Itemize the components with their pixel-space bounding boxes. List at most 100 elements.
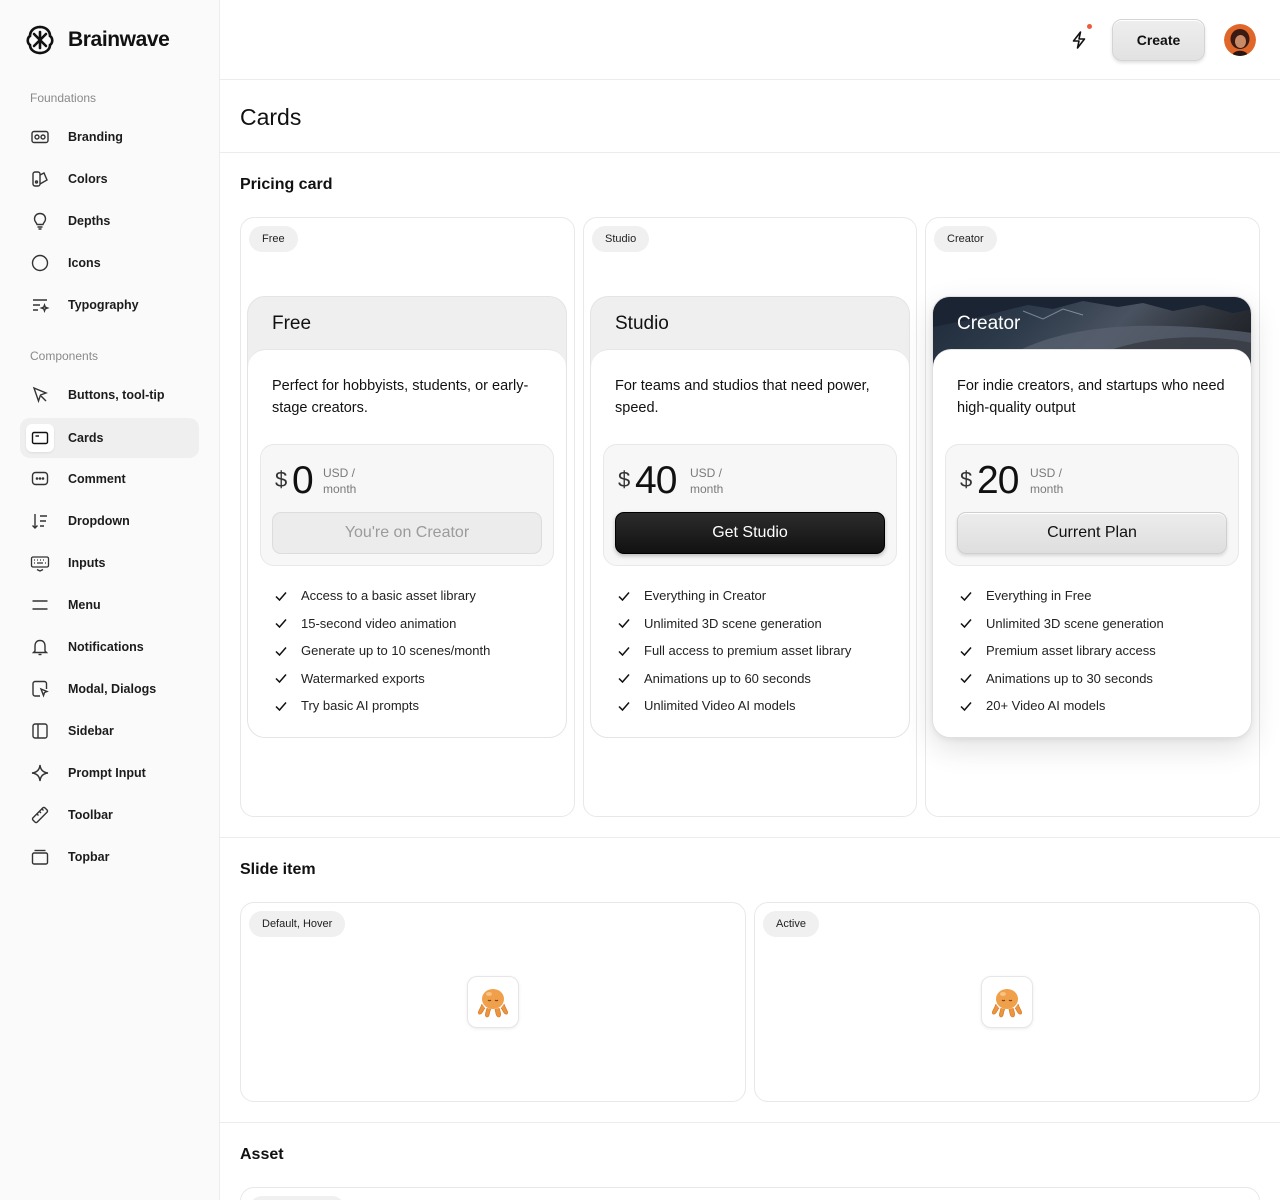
- state-tag: [249, 1196, 345, 1200]
- sidebar-item-menu[interactable]: Menu: [20, 585, 199, 625]
- bolt-icon: [1072, 31, 1086, 49]
- sidebar-item-sidebar[interactable]: Sidebar: [20, 711, 199, 751]
- sort-icon: [30, 511, 50, 531]
- plan-name: Studio: [615, 313, 669, 334]
- current-plan-button[interactable]: Current Plan: [957, 512, 1227, 554]
- pricing-card-creator: Creator For indie creators, and startups…: [932, 296, 1252, 738]
- avatar[interactable]: [1224, 24, 1256, 56]
- octopus-icon: [477, 989, 509, 1018]
- sidebar-item-cards[interactable]: Cards: [20, 418, 199, 458]
- sidebar-item-label: Prompt Input: [68, 766, 146, 780]
- state-tag: Default, Hover: [249, 911, 346, 937]
- feature-text: Everything in Free: [986, 588, 1092, 604]
- bell-icon: [30, 637, 50, 657]
- create-button[interactable]: Create: [1112, 19, 1205, 61]
- plan-button-disabled[interactable]: You're on Creator: [272, 512, 542, 554]
- sparkle-icon: [30, 763, 50, 783]
- octopus-icon: [991, 989, 1023, 1018]
- check-icon: [615, 615, 632, 632]
- price-unit-currency: USD /: [323, 466, 356, 480]
- palette-icon: [30, 169, 50, 189]
- feature-item: Unlimited 3D scene generation: [957, 610, 1164, 638]
- sidebar-item-inputs[interactable]: Inputs: [20, 543, 199, 583]
- sidebar-item-toolbar[interactable]: Toolbar: [20, 795, 199, 835]
- sidebar-item-buttons[interactable]: Buttons, tool-tip: [20, 375, 199, 415]
- plan-name: Creator: [957, 313, 1021, 334]
- demo-box-creator: Creator Creator For indie creators, and …: [925, 217, 1260, 817]
- sidebar-item-prompt-input[interactable]: Prompt Input: [20, 753, 199, 793]
- card-icon: [26, 424, 54, 452]
- feature-item: Everything in Free: [957, 582, 1164, 610]
- state-tag: Free: [249, 226, 298, 252]
- price-amount: 40: [635, 459, 677, 502]
- check-icon: [957, 670, 974, 687]
- sidebar-item-label: Colors: [68, 172, 108, 186]
- sidebar-item-label: Buttons, tool-tip: [68, 388, 165, 402]
- comment-icon: [30, 469, 50, 489]
- sidebar-item-label: Branding: [68, 130, 123, 144]
- sidebar-item-label: Toolbar: [68, 808, 113, 822]
- sidebar-item-label: Cards: [68, 431, 104, 445]
- price-currency: $: [275, 467, 288, 492]
- sidebar-item-label: Menu: [68, 598, 101, 612]
- branding-icon: [30, 127, 50, 147]
- feature-text: Generate up to 10 scenes/month: [301, 643, 491, 659]
- sidebar-item-modal[interactable]: Modal, Dialogs: [20, 669, 199, 709]
- feature-text: Animations up to 60 seconds: [644, 670, 811, 686]
- plan-description: Perfect for hobbyists, students, or earl…: [272, 378, 529, 416]
- feature-text: Everything in Creator: [644, 588, 767, 604]
- feature-item: Try basic AI prompts: [272, 692, 490, 720]
- sidebar-item-dropdown[interactable]: Dropdown: [20, 501, 199, 541]
- check-icon: [615, 697, 632, 714]
- ruler-icon: [30, 805, 50, 825]
- sidebar-item-notifications[interactable]: Notifications: [20, 627, 199, 667]
- feature-list: Access to a basic asset library 15-secon…: [272, 582, 490, 720]
- check-icon: [272, 587, 289, 604]
- demo-box-slide-default: Default, Hover: [240, 902, 746, 1102]
- pricing-card-free: Free Perfect for hobbyists, students, or…: [247, 296, 567, 738]
- price-unit: USD / month: [323, 465, 356, 497]
- bolt-button[interactable]: [1065, 26, 1093, 54]
- lightbulb-icon: [30, 211, 50, 231]
- modal-icon: [30, 679, 50, 699]
- slide-item-thumbnail[interactable]: [467, 976, 519, 1028]
- feature-list: Everything in Free Unlimited 3D scene ge…: [957, 582, 1164, 720]
- state-tag: Studio: [592, 226, 650, 252]
- card-header: Creator: [933, 297, 1251, 357]
- topbar: Create: [220, 0, 1280, 80]
- price-unit-period: month: [690, 482, 724, 496]
- sidebar-item-colors[interactable]: Colors: [20, 159, 199, 199]
- sidebar-item-comment[interactable]: Comment: [20, 459, 199, 499]
- sidebar-item-label: Typography: [68, 298, 139, 312]
- feature-text: Unlimited 3D scene generation: [644, 615, 822, 631]
- sidebar-item-label: Comment: [68, 472, 126, 486]
- feature-text: Watermarked exports: [301, 670, 425, 686]
- check-icon: [615, 670, 632, 687]
- demo-box-asset: [240, 1187, 1260, 1200]
- sidebar-item-label: Modal, Dialogs: [68, 682, 157, 696]
- sidebar-item-typography[interactable]: Typography: [20, 285, 199, 325]
- check-icon: [272, 697, 289, 714]
- feature-text: Animations up to 30 seconds: [986, 670, 1153, 686]
- sidebar-item-topbar[interactable]: Topbar: [20, 837, 199, 877]
- price-unit-period: month: [323, 482, 357, 496]
- sidebar-item-icons[interactable]: Icons: [20, 243, 199, 283]
- feature-list: Everything in Creator Unlimited 3D scene…: [615, 582, 851, 720]
- get-studio-button[interactable]: Get Studio: [615, 512, 885, 554]
- check-icon: [957, 697, 974, 714]
- feature-text: Try basic AI prompts: [301, 698, 419, 714]
- sidebar-item-label: Depths: [68, 214, 111, 228]
- price-unit: USD / month: [690, 465, 723, 497]
- sidebar-item-label: Inputs: [68, 556, 106, 570]
- check-icon: [272, 615, 289, 632]
- sidebar-icon: [30, 721, 50, 741]
- card-header: Studio: [591, 297, 909, 357]
- feature-item: Animations up to 60 seconds: [615, 665, 851, 693]
- feature-text: Full access to premium asset library: [644, 643, 852, 659]
- feature-text: Premium asset library access: [986, 643, 1156, 659]
- sidebar-item-depths[interactable]: Depths: [20, 201, 199, 241]
- card-header: Free: [248, 297, 566, 357]
- sidebar-item-branding[interactable]: Branding: [20, 117, 199, 157]
- brand-logo[interactable]: Brainwave: [24, 24, 170, 56]
- slide-item-thumbnail-active[interactable]: [981, 976, 1033, 1028]
